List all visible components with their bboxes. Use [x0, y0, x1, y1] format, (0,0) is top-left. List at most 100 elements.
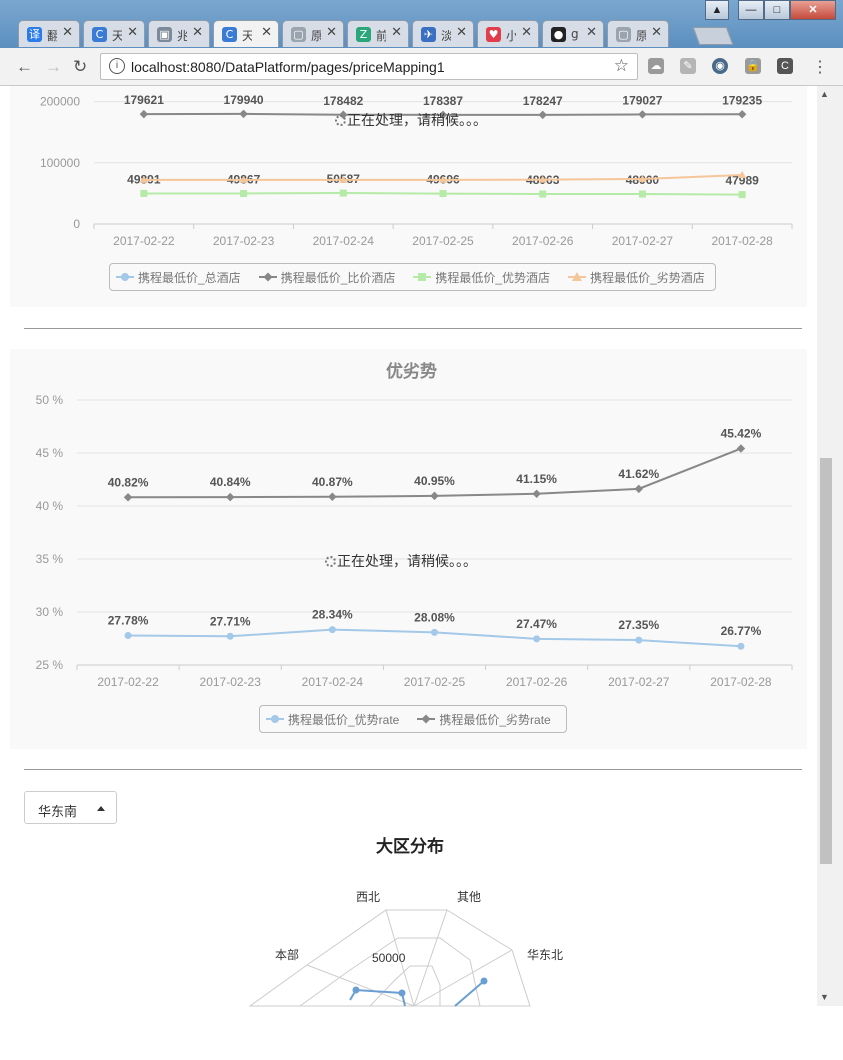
maximize-button[interactable]: □	[764, 0, 790, 20]
reload-icon[interactable]: ↻	[73, 57, 87, 77]
tab-title: 原	[636, 29, 646, 43]
x-tick-label: 2017-02-28	[710, 675, 772, 689]
minimize-button[interactable]: —	[738, 0, 764, 20]
data-label: 178387	[423, 94, 463, 108]
data-label: 179621	[124, 93, 164, 107]
legend-item[interactable]: 携程最低价_比价酒店	[258, 269, 395, 286]
extension-cloud-icon[interactable]: ☁	[648, 58, 664, 74]
user-button[interactable]: ▲	[705, 0, 729, 20]
y-tick-label: 50 %	[36, 393, 64, 407]
bird-icon: ✈	[421, 27, 436, 42]
radar-label-headquarters: 本部	[275, 947, 299, 962]
y-tick-label: 30 %	[36, 605, 64, 619]
tab-close-icon[interactable]: ✕	[456, 25, 467, 40]
divider	[24, 769, 802, 770]
spinner-icon	[325, 556, 336, 567]
browser-tab[interactable]: ▣ 兆 ✕	[148, 20, 210, 47]
radar-point	[398, 989, 406, 997]
tab-close-icon[interactable]: ✕	[192, 25, 203, 40]
legend-symbol	[266, 713, 284, 725]
ctrip-icon: C	[222, 27, 237, 42]
tab-close-icon[interactable]: ✕	[391, 25, 402, 40]
scrollbar-thumb[interactable]	[820, 458, 832, 864]
info-icon[interactable]: i	[109, 58, 125, 74]
tab-strip: 译翻 ✕ C 天 ✕ ▣ 兆 ✕ C 天 ✕ ▢ 原 ✕ Z 前 ✕ ✈ 淡 ✕ ♥ 小 ✕ ● g ✕ ▢ 原 ✕	[18, 20, 672, 47]
legend-item[interactable]: 携程最低价_优势酒店	[413, 269, 550, 286]
region-dropdown[interactable]: 华东南	[24, 791, 117, 824]
y-tick-label: 40 %	[36, 499, 64, 513]
data-label: 41.62%	[618, 467, 659, 481]
tab-close-icon[interactable]: ✕	[62, 25, 73, 40]
translate-icon: 译	[27, 27, 42, 42]
data-point	[736, 444, 746, 453]
legend-item[interactable]: 携程最低价_优势rate	[266, 711, 399, 728]
scroll-up-arrow-icon[interactable]: ▲	[820, 89, 829, 99]
scroll-down-arrow-icon[interactable]: ▼	[820, 992, 829, 1002]
tab-close-icon[interactable]: ✕	[651, 25, 662, 40]
bookmark-star-icon[interactable]: ☆	[614, 56, 629, 76]
github-icon: ●	[551, 27, 566, 42]
tab-close-icon[interactable]: ✕	[326, 25, 337, 40]
tab-title: 翻	[47, 29, 57, 43]
legend-symbol	[413, 271, 432, 283]
tab-close-icon[interactable]: ✕	[127, 25, 138, 40]
chart1-legend: 携程最低价_总酒店 携程最低价_比价酒店 携程最低价_优势酒店 携程最低价_劣势酒店	[109, 263, 716, 291]
browser-tab[interactable]: ● g ✕	[542, 20, 604, 47]
menu-icon[interactable]: ⋮	[812, 57, 828, 77]
legend-item[interactable]: 携程最低价_劣势酒店	[568, 269, 705, 286]
browser-tab[interactable]: Z 前 ✕	[347, 20, 409, 47]
legend-label: 携程最低价_优势酒店	[435, 270, 551, 285]
data-point	[339, 189, 347, 197]
data-label: 27.47%	[516, 617, 557, 631]
data-label: 27.78%	[108, 614, 149, 628]
x-tick-label: 2017-02-28	[711, 234, 773, 248]
close-window-button[interactable]: ✕	[790, 0, 836, 20]
new-tab-button[interactable]	[692, 27, 734, 45]
loading-indicator: 正在处理，请稍候。。。	[325, 551, 477, 571]
data-point	[140, 189, 148, 197]
data-point	[139, 109, 149, 119]
tab-close-icon[interactable]: ✕	[586, 25, 597, 40]
data-point	[328, 626, 336, 634]
forward-icon[interactable]: →	[45, 57, 62, 77]
browser-tab[interactable]: C 天 ✕	[83, 20, 145, 47]
extension-lock-icon[interactable]: 🔒	[745, 58, 761, 74]
browser-tab[interactable]: ✈ 淡 ✕	[412, 20, 474, 47]
browser-tab[interactable]: C 天 ✕	[213, 20, 279, 47]
y-tick-label: 45 %	[36, 446, 64, 460]
data-point	[328, 492, 337, 502]
legend-item[interactable]: 携程最低价_劣势rate	[417, 711, 551, 728]
data-label: 40.95%	[414, 474, 455, 488]
extension-circle-icon[interactable]: ◉	[712, 58, 728, 74]
browser-tab[interactable]: ▢ 原 ✕	[607, 20, 669, 47]
region-dropdown-value: 华东南	[38, 804, 78, 819]
extension-edit-icon[interactable]: ✎	[680, 58, 696, 74]
page-icon: ▢	[291, 27, 306, 42]
data-point	[239, 109, 248, 119]
radar-chart: 西北 其他 本部 华东北 50000	[248, 890, 563, 1007]
y-tick-label: 0	[73, 217, 80, 231]
tab-close-icon[interactable]: ✕	[261, 25, 272, 40]
page-icon: ▢	[616, 27, 631, 42]
address-bar[interactable]: i localhost:8080/DataPlatform/pages/pric…	[100, 53, 638, 80]
extension-c-icon[interactable]: C	[777, 58, 793, 74]
x-tick-label: 2017-02-24	[302, 675, 364, 689]
browser-tab[interactable]: ▢ 原 ✕	[282, 20, 344, 47]
legend-symbol	[568, 271, 587, 283]
back-icon[interactable]: ←	[16, 57, 33, 77]
tab-close-icon[interactable]: ✕	[521, 25, 532, 40]
radar-label-northwest: 西北	[356, 890, 380, 904]
ctrip-icon: C	[92, 27, 107, 42]
browser-tab[interactable]: ♥ 小 ✕	[477, 20, 539, 47]
region-chart-title: 大区分布	[376, 837, 444, 856]
data-point	[539, 190, 547, 198]
legend-item[interactable]: 携程最低价_总酒店	[116, 269, 241, 286]
data-point	[123, 493, 133, 502]
data-label: 179940	[224, 93, 264, 107]
data-label: 40.87%	[312, 475, 353, 489]
browser-tab[interactable]: 译翻 ✕	[18, 20, 80, 47]
legend-label: 携程最低价_劣势酒店	[590, 270, 705, 285]
data-point	[738, 191, 746, 199]
x-tick-label: 2017-02-27	[612, 234, 674, 248]
heart-icon: ♥	[486, 27, 501, 42]
